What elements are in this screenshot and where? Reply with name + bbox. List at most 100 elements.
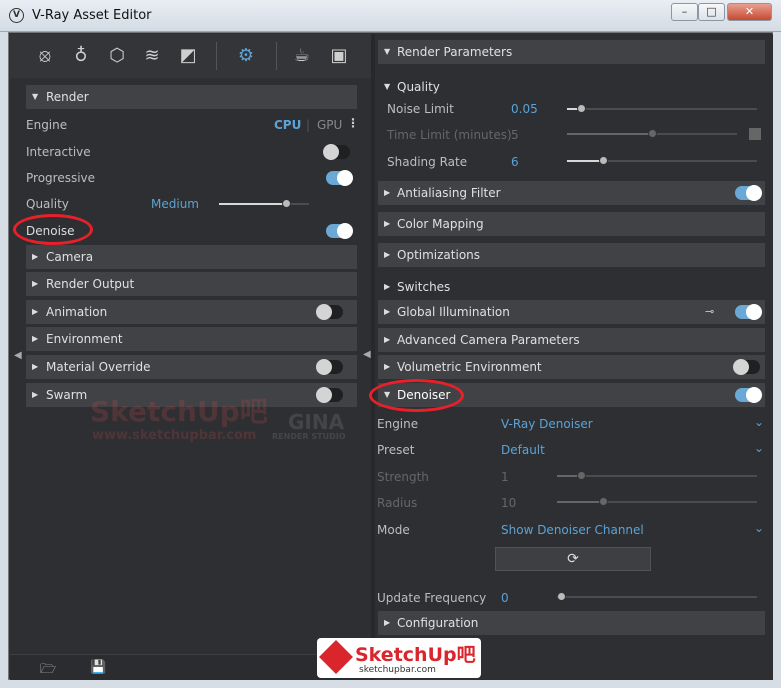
more-options-icon[interactable]: ⋮ [347,116,359,130]
global-illumination-section[interactable]: ▶ Global Illumination ⊸ [378,300,765,324]
chevron-down-icon[interactable]: ⌄ [754,521,764,535]
chevron-down-icon: ▼ [32,92,39,101]
render-output-section[interactable]: ▶ Render Output [26,272,357,296]
render-header[interactable]: ▼ Render [26,85,357,109]
collapse-middle-icon[interactable]: ◀ [363,349,371,360]
strength-slider[interactable] [557,471,757,480]
render-teapot-icon[interactable]: ☕ [290,44,314,68]
advanced-camera-section[interactable]: ▶ Advanced Camera Parameters [378,328,765,352]
preset-dropdown[interactable]: Default [501,443,545,457]
chevron-right-icon: ▶ [32,334,39,343]
gi-link-icon[interactable]: ⊸ [705,300,714,324]
quality-slider[interactable] [219,199,309,208]
chevron-right-icon: ▶ [32,362,39,371]
sketchupbar-watermark: SketchUp吧 [90,395,268,428]
chevron-right-icon: ▶ [32,390,39,399]
update-frequency-slider[interactable] [557,592,757,601]
denoise-highlight-annotation [13,214,93,245]
gina-studio-watermark: RENDER STUDIO [272,432,346,441]
update-frequency-label: Update Frequency [377,591,487,605]
refresh-denoiser-button[interactable]: ⟳ [495,547,651,571]
volumetric-environment-section[interactable]: ▶ Volumetric Environment [378,355,765,379]
strength-value[interactable]: 1 [501,470,509,484]
textures-icon[interactable]: ◩ [176,44,200,68]
progressive-toggle[interactable] [326,170,353,186]
shading-rate-slider[interactable] [567,156,757,165]
time-limit-label: Time Limit (minutes) [387,128,512,142]
quality-subheader[interactable]: ▼ Quality [378,76,765,98]
render-parameters-header[interactable]: ▼ Render Parameters [378,40,765,64]
volumetric-environment-toggle[interactable] [733,359,760,375]
collapse-left-icon[interactable]: ◀ [14,350,22,361]
chevron-right-icon: ▶ [384,362,391,371]
strength-label: Strength [377,470,429,484]
animation-section[interactable]: ▶ Animation [26,300,357,324]
time-limit-checkbox[interactable] [749,128,761,140]
antialiasing-filter-section[interactable]: ▶ Antialiasing Filter [378,181,765,205]
sketchup-logo-icon [319,640,353,674]
denoise-toggle[interactable] [326,223,353,239]
global-illumination-toggle[interactable] [735,304,762,320]
engine-label: Engine [26,118,68,132]
chevron-down-icon[interactable]: ⌄ [754,441,764,455]
minimize-button[interactable]: – [671,3,698,21]
time-limit-slider[interactable] [567,129,737,138]
chevron-right-icon: ▶ [32,307,39,316]
time-limit-value[interactable]: 5 [511,128,519,142]
shading-rate-value[interactable]: 6 [511,155,519,169]
swarm-toggle[interactable] [316,387,343,403]
mode-dropdown[interactable]: Show Denoiser Channel [501,523,644,537]
chevron-right-icon: ▶ [384,335,391,344]
open-folder-icon[interactable]: 🗁 [40,660,56,682]
radius-value[interactable]: 10 [501,496,516,510]
color-mapping-section[interactable]: ▶ Color Mapping [378,212,765,236]
right-panel: ▼ Render Parameters ▼ Quality Noise Limit … [317,34,773,680]
engine-gpu-button[interactable]: GPU [317,118,342,132]
chevron-right-icon: ▶ [32,252,39,261]
noise-limit-label: Noise Limit [387,102,454,116]
chevron-down-icon[interactable]: ⌄ [754,415,764,429]
optimizations-section[interactable]: ▶ Optimizations [378,243,765,267]
progressive-label: Progressive [26,171,96,185]
denoiser-highlight-annotation [369,379,464,412]
sketchupbar-url-watermark: www.sketchupbar.com [92,428,257,443]
interactive-toggle[interactable] [323,144,350,160]
noise-limit-slider[interactable] [567,104,757,113]
settings-icon[interactable]: ⚙ [234,44,258,68]
shading-rate-label: Shading Rate [387,155,468,169]
title-bar: V V-Ray Asset Editor – □ ✕ [0,0,781,32]
switches-section[interactable]: ▶ Switches [378,275,765,299]
lights-icon[interactable]: ♁ [69,44,93,68]
denoiser-engine-dropdown[interactable]: V-Ray Denoiser [501,417,593,431]
chevron-down-icon: ▼ [384,82,391,91]
environment-section[interactable]: ▶ Environment [26,327,357,351]
materials-icon[interactable]: ⦻ [33,44,57,68]
denoiser-toggle[interactable] [735,387,762,403]
camera-section[interactable]: ▶ Camera [26,245,357,269]
save-icon[interactable]: 💾 [90,660,106,675]
chevron-right-icon: ▶ [384,219,391,228]
configuration-section[interactable]: ▶ Configuration [378,611,765,635]
left-panel: ⦻ ♁ ⬡ ≋ ◩ ⚙ ☕ ▣ ▼ Render Engine CPU | GPU… [10,34,371,680]
quality-value: Medium [151,197,199,211]
noise-limit-value[interactable]: 0.05 [511,102,538,116]
frame-buffer-icon[interactable]: ▣ [327,44,351,68]
chevron-right-icon: ▶ [32,279,39,288]
material-override-section[interactable]: ▶ Material Override [26,355,357,379]
chevron-right-icon: ▶ [384,307,391,316]
chevron-right-icon: ▶ [384,188,391,197]
antialiasing-filter-toggle[interactable] [735,185,762,201]
refresh-icon: ⟳ [567,551,579,567]
radius-label: Radius [377,496,418,510]
maximize-button[interactable]: □ [698,3,725,21]
animation-toggle[interactable] [316,304,343,320]
engine-cpu-button[interactable]: CPU [274,118,301,132]
geometry-icon[interactable]: ⬡ [105,44,129,68]
material-override-toggle[interactable] [316,359,343,375]
vray-logo-icon: V [9,8,24,23]
close-button[interactable]: ✕ [727,3,772,21]
preset-label: Preset [377,443,415,457]
radius-slider[interactable] [557,497,757,506]
layers-icon[interactable]: ≋ [140,44,164,68]
update-frequency-value[interactable]: 0 [501,591,509,605]
